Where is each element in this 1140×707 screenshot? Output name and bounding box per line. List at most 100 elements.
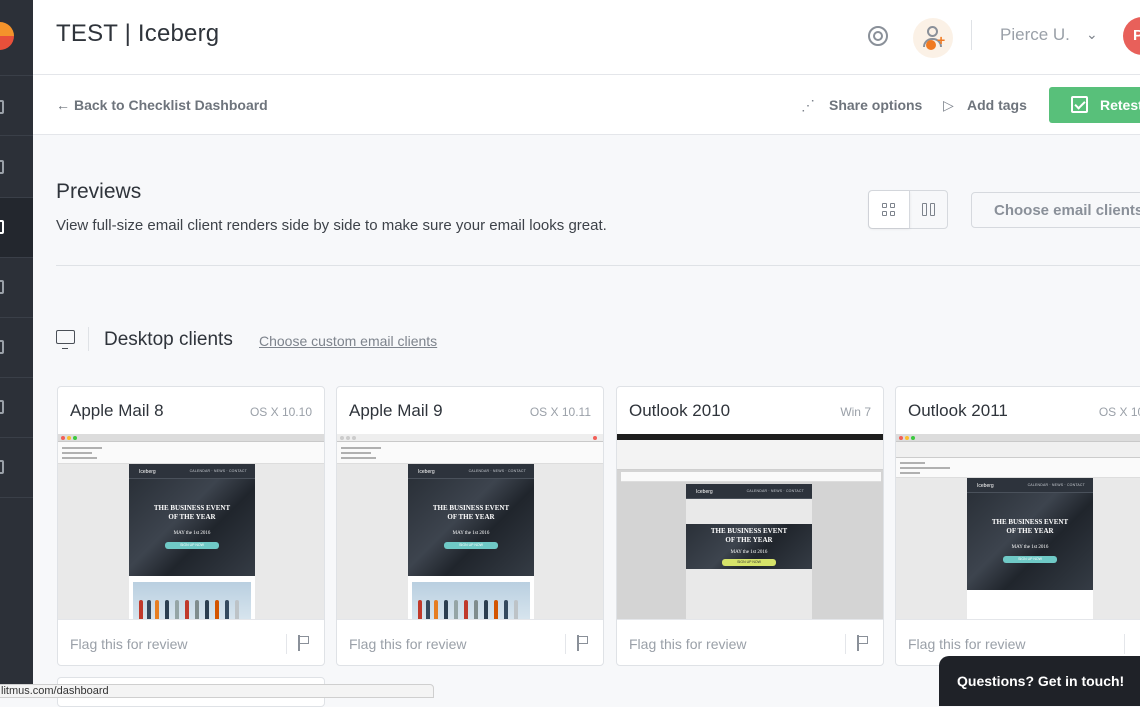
status-bar-url: litmus.com/dashboard (0, 684, 434, 698)
plus-icon: + (937, 32, 946, 48)
invite-user-button[interactable]: + (913, 18, 953, 58)
choose-custom-clients-link[interactable]: Choose custom email clients (259, 333, 437, 349)
grid-view-icon[interactable] (869, 191, 910, 228)
sidebar-item-icon[interactable] (0, 400, 4, 414)
divider (56, 265, 1140, 266)
flag-for-review-label[interactable]: Flag this for review (629, 636, 746, 652)
view-toggle (868, 190, 948, 229)
share-options-button[interactable]: ⋰ Share options (801, 97, 922, 114)
flag-icon[interactable] (857, 635, 869, 651)
email-event-line2: OF THE YEAR (1006, 527, 1054, 535)
client-os: OS X 10.11 (529, 405, 591, 419)
checklist-subbar: ← Back to Checklist Dashboard ⋰ Share opti… (33, 75, 1140, 135)
add-tags-button[interactable]: ▷ Add tags (943, 97, 1027, 114)
email-cta: SIGN UP NOW (1003, 556, 1057, 563)
share-icon: ⋰ (801, 97, 815, 113)
sidebar-nav (0, 0, 33, 694)
card-footer: Flag this for review (617, 619, 883, 665)
email-logo: Iceberg (418, 469, 435, 475)
sidebar-divider (0, 135, 33, 136)
email-nav: CALENDAR · NEWS · CONTACT (1027, 483, 1085, 487)
email-event-line1: THE BUSINESS EVENT (991, 518, 1069, 526)
email-logo: Iceberg (977, 483, 994, 489)
client-preview-card[interactable]: Outlook 2011 OS X 10.11 Iceberg CALENDAR… (895, 386, 1140, 666)
sidebar-divider (0, 497, 33, 498)
sidebar-item-icon[interactable] (0, 460, 4, 474)
retest-button[interactable]: Retest (1049, 87, 1140, 123)
sidebar-item-icon[interactable] (0, 220, 4, 234)
email-event-line1: THE BUSINESS EVENT (432, 504, 510, 512)
email-date: MAY the 1st 2016 (730, 550, 768, 555)
email-nav: CALENDAR · NEWS · CONTACT (746, 489, 804, 493)
email-logo: Iceberg (139, 469, 156, 475)
checkbox-icon (1071, 96, 1088, 113)
email-cta: SIGN UP NOW (722, 559, 776, 566)
card-footer: Flag this for review (337, 619, 603, 665)
page-title: TEST | Iceberg (56, 20, 220, 47)
columns-view-icon[interactable] (910, 191, 948, 228)
chevron-down-icon[interactable]: ⌄ (1086, 26, 1098, 43)
client-preview-card[interactable]: Apple Mail 8 OS X 10.10 Iceberg CALENDAR… (57, 386, 325, 666)
card-footer: Flag this for review (58, 619, 324, 665)
chat-support-button[interactable]: Questions? Get in touch! (939, 656, 1140, 706)
flag-for-review-label[interactable]: Flag this for review (70, 636, 187, 652)
litmus-logo-icon[interactable] (0, 22, 14, 50)
desktop-clients-heading: Desktop clients (104, 329, 233, 350)
email-nav: CALENDAR · NEWS · CONTACT (189, 469, 247, 473)
notification-dot (926, 40, 936, 50)
email-event-line2: OF THE YEAR (725, 536, 773, 544)
flag-for-review-label[interactable]: Flag this for review (349, 636, 466, 652)
flag-icon[interactable] (577, 635, 589, 651)
client-os: OS X 10.10 (249, 405, 312, 419)
email-nav: CALENDAR · NEWS · CONTACT (468, 469, 526, 473)
email-date: MAY the 1st 2016 (452, 531, 490, 536)
client-name: Apple Mail 8 (70, 401, 164, 420)
tags-label: Add tags (967, 97, 1027, 113)
sidebar-item-icon[interactable] (0, 100, 4, 114)
retest-label: Retest (1100, 97, 1140, 113)
sidebar-divider (0, 75, 33, 76)
back-link-label: Back to Checklist Dashboard (74, 97, 268, 113)
email-date: MAY the 1st 2016 (1011, 545, 1049, 550)
header-divider (971, 20, 972, 50)
email-logo: Iceberg (696, 489, 713, 495)
sidebar-divider (0, 317, 33, 318)
tag-icon: ▷ (943, 97, 954, 113)
flag-icon[interactable] (298, 635, 310, 651)
client-preview-card[interactable]: Apple Mail 9 OS X 10.11 Iceberg CALENDAR… (336, 386, 604, 666)
email-event-line1: THE BUSINESS EVENT (153, 504, 231, 512)
divider (88, 327, 89, 351)
client-name: Apple Mail 9 (349, 401, 443, 420)
email-date: MAY the 1st 2016 (173, 531, 211, 536)
email-cta: SIGN UP NOW (444, 542, 498, 549)
render-screenshot[interactable]: Iceberg CALENDAR · NEWS · CONTACT THE BU… (896, 434, 1140, 619)
email-event-line2: OF THE YEAR (447, 513, 495, 521)
client-os: OS X 10.11 (1098, 405, 1140, 419)
email-people-image (133, 582, 251, 619)
email-people-image (412, 582, 530, 619)
flag-for-review-label[interactable]: Flag this for review (908, 636, 1025, 652)
email-cta: SIGN UP NOW (165, 542, 219, 549)
back-to-dashboard-link[interactable]: ← Back to Checklist Dashboard (56, 97, 268, 113)
sidebar-item-icon[interactable] (0, 160, 4, 174)
section-description: View full-size email client renders side… (56, 217, 607, 234)
sidebar-divider (0, 197, 33, 198)
help-lifebuoy-icon[interactable] (868, 26, 888, 46)
client-os: Win 7 (840, 405, 871, 419)
user-menu-name[interactable]: Pierce U. (1000, 25, 1070, 45)
email-event-line1: THE BUSINESS EVENT (710, 527, 788, 535)
choose-email-clients-button[interactable]: Choose email clients (971, 192, 1140, 228)
arrow-left-icon: ← (56, 97, 70, 113)
section-title: Previews (56, 180, 142, 203)
sidebar-item-icon[interactable] (0, 340, 4, 354)
client-preview-card[interactable]: Outlook 2010 Win 7 Iceberg CALENDAR · NE… (616, 386, 884, 666)
render-screenshot[interactable]: Iceberg CALENDAR · NEWS · CONTACT THE BU… (617, 434, 883, 619)
sidebar-active-item[interactable] (0, 197, 33, 257)
client-name: Outlook 2011 (908, 401, 1008, 420)
sidebar-divider (0, 437, 33, 438)
desktop-monitor-icon (56, 330, 75, 349)
render-screenshot[interactable]: Iceberg CALENDAR · NEWS · CONTACT THE BU… (337, 434, 603, 619)
avatar[interactable]: P (1123, 17, 1140, 55)
sidebar-item-icon[interactable] (0, 280, 4, 294)
render-screenshot[interactable]: Iceberg CALENDAR · NEWS · CONTACT THE BU… (58, 434, 324, 619)
